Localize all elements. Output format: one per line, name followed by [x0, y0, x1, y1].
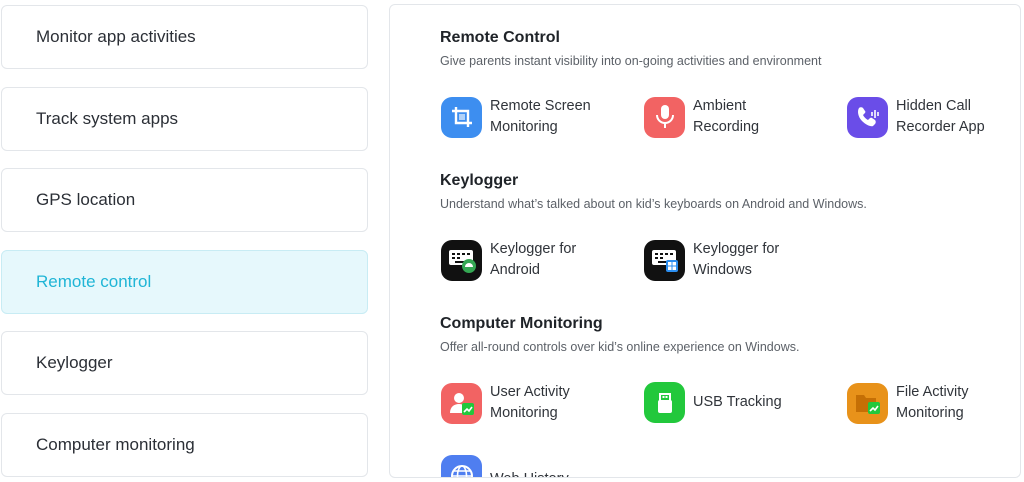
sidebar-item-label: Track system apps [36, 109, 179, 128]
feature-label: USB Tracking [693, 394, 782, 410]
feature-label: User Activity Monitoring [490, 384, 570, 421]
sidebar-item-remote-control[interactable]: Remote control [1, 250, 368, 314]
feature-user-activity-monitoring[interactable]: User Activity Monitoring [441, 382, 620, 424]
feature-file-activity-monitoring[interactable]: File Activity Monitoring [847, 382, 1020, 424]
feature-hidden-call-recorder[interactable]: Hidden Call Recorder App [847, 96, 1020, 138]
sidebar-item-label: GPS location [36, 190, 136, 209]
user-activity-icon [441, 382, 482, 424]
feature-label: Hidden Call Recorder App [896, 98, 985, 135]
keyboard-android-icon [441, 239, 482, 281]
folder-chart-icon [847, 382, 888, 424]
section-title-keylogger: Keylogger [440, 172, 519, 189]
section-title-remote-control: Remote Control [440, 29, 560, 46]
feature-label: Ambient Recording [693, 98, 760, 135]
usb-icon [644, 382, 685, 423]
sidebar-item-keylogger[interactable]: Keylogger [1, 331, 368, 395]
feature-usb-tracking[interactable]: USB Tracking [644, 382, 823, 423]
sidebar: Monitor app activities Track system apps… [0, 0, 370, 482]
globe-icon [441, 455, 482, 477]
sidebar-item-label: Computer monitoring [36, 435, 195, 454]
feature-web-history[interactable]: Web History [441, 455, 620, 477]
crop-screen-icon [441, 96, 482, 138]
section-desc-computer-monitoring: Offer all-round controls over kid’s onli… [440, 340, 800, 354]
feature-label: Web History [490, 469, 620, 477]
section-title-computer-monitoring: Computer Monitoring [440, 315, 603, 332]
feature-label: Keylogger for Windows [693, 241, 780, 278]
sidebar-item-monitor-app-activities[interactable]: Monitor app activities [1, 5, 368, 69]
feature-keylogger-android[interactable]: Keylogger for Android [441, 239, 620, 281]
sidebar-item-label: Keylogger [36, 353, 113, 372]
feature-label: Remote Screen Monitoring [490, 98, 591, 135]
sidebar-item-computer-monitoring[interactable]: Computer monitoring [1, 413, 368, 477]
feature-ambient-recording[interactable]: Ambient Recording [644, 96, 823, 138]
feature-label: File Activity Monitoring [896, 384, 969, 421]
microphone-icon [644, 96, 685, 138]
sidebar-item-label: Remote control [36, 272, 152, 291]
phone-call-icon [847, 96, 888, 138]
section-desc-remote-control: Give parents instant visibility into on-… [440, 54, 822, 68]
feature-panel: Remote Control Give parents instant visi… [389, 4, 1021, 478]
sidebar-item-track-system-apps[interactable]: Track system apps [1, 87, 368, 151]
keyboard-windows-icon [644, 239, 685, 281]
sidebar-item-gps-location[interactable]: GPS location [1, 168, 368, 232]
sidebar-item-label: Monitor app activities [36, 27, 196, 46]
feature-remote-screen-monitoring[interactable]: Remote Screen Monitoring [441, 96, 620, 138]
section-desc-keylogger: Understand what’s talked about on kid’s … [440, 197, 867, 211]
feature-keylogger-windows[interactable]: Keylogger for Windows [644, 239, 823, 281]
feature-label: Keylogger for Android [490, 241, 577, 278]
